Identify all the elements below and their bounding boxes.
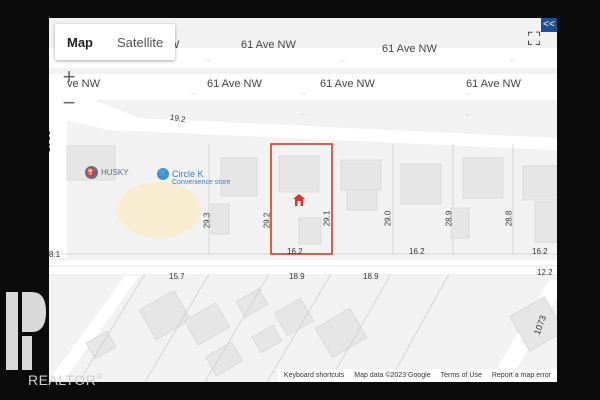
poi-subtitle: Convenience store xyxy=(172,179,231,186)
dimension-label: 28.8 xyxy=(504,210,514,227)
collapse-button[interactable]: << xyxy=(541,18,557,32)
realtor-logo-icon xyxy=(6,292,46,370)
store-icon: 🛒 xyxy=(157,168,169,180)
zoom-in-button[interactable]: + xyxy=(57,64,81,90)
poi-husky[interactable]: ⛽ HUSKY xyxy=(85,166,129,179)
dimension-label: 29.3 xyxy=(202,212,212,229)
svg-text:←: ← xyxy=(464,109,472,118)
realtor-watermark: REALTOR® xyxy=(28,372,103,388)
svg-text:←: ← xyxy=(509,55,517,64)
home-icon[interactable] xyxy=(292,193,306,207)
fullscreen-icon: ⛶ xyxy=(527,28,541,49)
zoom-out-button[interactable]: − xyxy=(57,90,81,116)
map-type-satellite[interactable]: Satellite xyxy=(105,24,175,60)
map-view[interactable]: → ← ← → → → ← ← NW 61 Ave NW 61 Ave NW v… xyxy=(49,18,557,382)
svg-text:←: ← xyxy=(339,55,347,64)
street-label: 61 Ave NW xyxy=(466,78,521,90)
svg-text:→: → xyxy=(299,88,307,97)
map-type-control: Map Satellite xyxy=(55,24,176,60)
dimension-label: 8.1 xyxy=(49,250,61,259)
map-type-map[interactable]: Map xyxy=(55,24,105,60)
gas-station-icon: ⛽ xyxy=(85,166,98,179)
gas-station-lot xyxy=(117,182,201,238)
svg-text:←: ← xyxy=(299,109,307,118)
dimension-label: 16.2 xyxy=(532,247,548,256)
poi-label: Circle K xyxy=(172,169,204,179)
street-label: 61 Ave NW xyxy=(320,78,375,90)
street-label: 61 Ave NW xyxy=(241,39,296,51)
street-label: 61 Ave NW xyxy=(207,78,262,90)
street-number-label: 0845 xyxy=(49,130,51,153)
dimension-label: 29.0 xyxy=(383,210,393,227)
dimension-label: 18.9 xyxy=(289,272,305,281)
dimension-label: 15.7 xyxy=(169,272,185,281)
terms-of-use-link[interactable]: Terms of Use xyxy=(441,372,482,379)
dimension-label: 29.2 xyxy=(262,212,272,229)
map-attribution: Keyboard shortcuts Map data ©2023 Google… xyxy=(277,369,557,382)
dimension-label: 16.2 xyxy=(287,247,303,256)
poi-circle-k[interactable]: 🛒 Circle K Convenience store xyxy=(157,168,230,186)
report-map-error-link[interactable]: Report a map error xyxy=(492,372,551,379)
svg-text:→: → xyxy=(189,88,197,97)
keyboard-shortcuts-link[interactable]: Keyboard shortcuts xyxy=(284,372,344,379)
dimension-label: 18.9 xyxy=(363,272,379,281)
svg-text:→: → xyxy=(204,55,212,64)
zoom-control: + − xyxy=(57,64,81,120)
dimension-label: 16.2 xyxy=(409,247,425,256)
poi-label: HUSKY xyxy=(101,168,129,177)
street-label: 61 Ave NW xyxy=(382,43,437,55)
map-data-text: Map data ©2023 Google xyxy=(354,372,431,379)
dimension-label: 29.1 xyxy=(322,210,332,227)
dimension-label: 12.2 xyxy=(537,268,553,277)
dimension-label: 28.9 xyxy=(444,210,454,227)
listing-image-frame: → ← ← → → → ← ← NW 61 Ave NW 61 Ave NW v… xyxy=(0,0,600,400)
